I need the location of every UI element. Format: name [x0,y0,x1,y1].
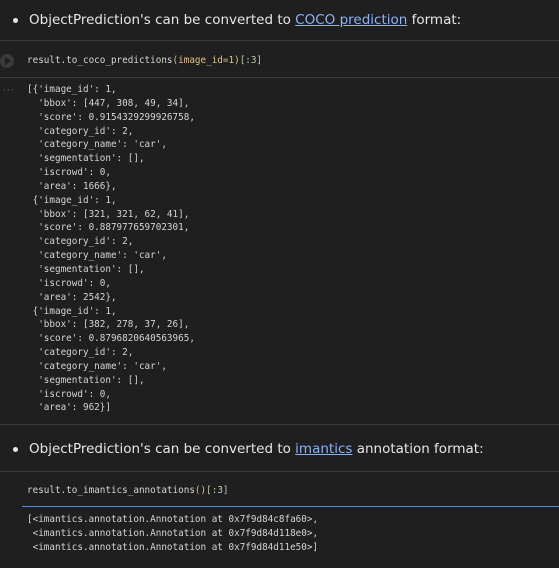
output-line: 'segmentation': [], [27,374,145,386]
notebook-page: ObjectPrediction's can be converted to C… [0,0,559,568]
output-line: <imantics.annotation.Annotation at 0x7f9… [27,541,319,553]
code-args: (image_id=1) [172,55,240,66]
markdown-cell-imantics: ObjectPrediction's can be converted to i… [0,440,559,458]
output-line: 'category_id': 2, [27,125,134,137]
code-function: result.to_imantics_annotations [27,485,195,496]
output-line: 'segmentation': [], [27,263,145,275]
coco-prediction-link[interactable]: COCO prediction [295,12,407,28]
output-line: [<imantics.annotation.Annotation at 0x7f… [27,514,319,525]
code-line[interactable]: result.to_coco_predictions(image_id=1)[:… [27,55,262,66]
output-line: 'category_name': 'car', [27,360,167,372]
markdown-text-after: annotation format: [352,441,484,457]
output-line: {'image_id': 1, [27,305,117,317]
output-line: 'score': 0.8796820640563965, [27,333,195,345]
output-line: 'score': 0.9154329299926758, [27,111,195,123]
output-line: 'bbox': [382, 278, 37, 26], [27,319,190,331]
output-line: 'category_id': 2, [27,347,134,359]
code-slice: [:3] [206,485,229,496]
output-area-coco: [{'image_id': 1, 'bbox': [447, 308, 49, … [27,83,195,415]
output-line: 'bbox': [447, 308, 49, 34], [27,97,190,109]
output-line: 'bbox': [321, 321, 62, 41], [27,208,190,220]
output-line: 'category_name': 'car', [27,250,167,262]
output-line: <imantics.annotation.Annotation at 0x7f9… [27,527,319,539]
cell-divider [0,40,559,41]
output-line: {'image_id': 1, [27,194,117,206]
imantics-link[interactable]: imantics [295,441,352,457]
output-line: 'area': 2542}, [27,291,117,303]
code-function: result.to_coco_predictions [27,55,173,66]
markdown-text: ObjectPrediction's can be converted to C… [29,11,461,29]
markdown-text-before: ObjectPrediction's can be converted to [29,441,296,457]
cell-focus-border [22,506,559,507]
play-triangle [5,57,11,65]
cell-divider [0,424,559,425]
output-line: 'iscrowd': 0, [27,388,111,400]
output-line: 'category_id': 2, [27,236,134,248]
markdown-text-after: format: [407,12,462,28]
more-dots-icon[interactable]: ··· [3,86,15,96]
output-line: 'area': 962}] [27,402,111,414]
bullet-dot [13,18,18,23]
output-line: 'score': 0.887977659702301, [27,222,190,234]
code-line[interactable]: result.to_imantics_annotations()[:3] [27,485,229,496]
markdown-text-before: ObjectPrediction's can be converted to [29,12,296,28]
markdown-cell-coco: ObjectPrediction's can be converted to C… [0,11,559,29]
output-line: 'category_name': 'car', [27,139,167,151]
output-area-imantics: [<imantics.annotation.Annotation at 0x7f… [27,513,318,555]
output-line: 'iscrowd': 0, [27,167,111,179]
output-line: 'iscrowd': 0, [27,277,111,289]
code-slice: [:3] [239,55,263,66]
output-line: 'segmentation': [], [27,153,145,165]
play-icon[interactable] [0,54,14,68]
cell-divider [0,471,559,472]
markdown-text: ObjectPrediction's can be converted to i… [29,440,484,458]
code-args: () [194,485,207,496]
output-line: [{'image_id': 1, [27,84,117,95]
output-line: 'area': 1666}, [27,180,117,192]
cell-divider [0,77,559,78]
bullet-dot [13,447,18,452]
